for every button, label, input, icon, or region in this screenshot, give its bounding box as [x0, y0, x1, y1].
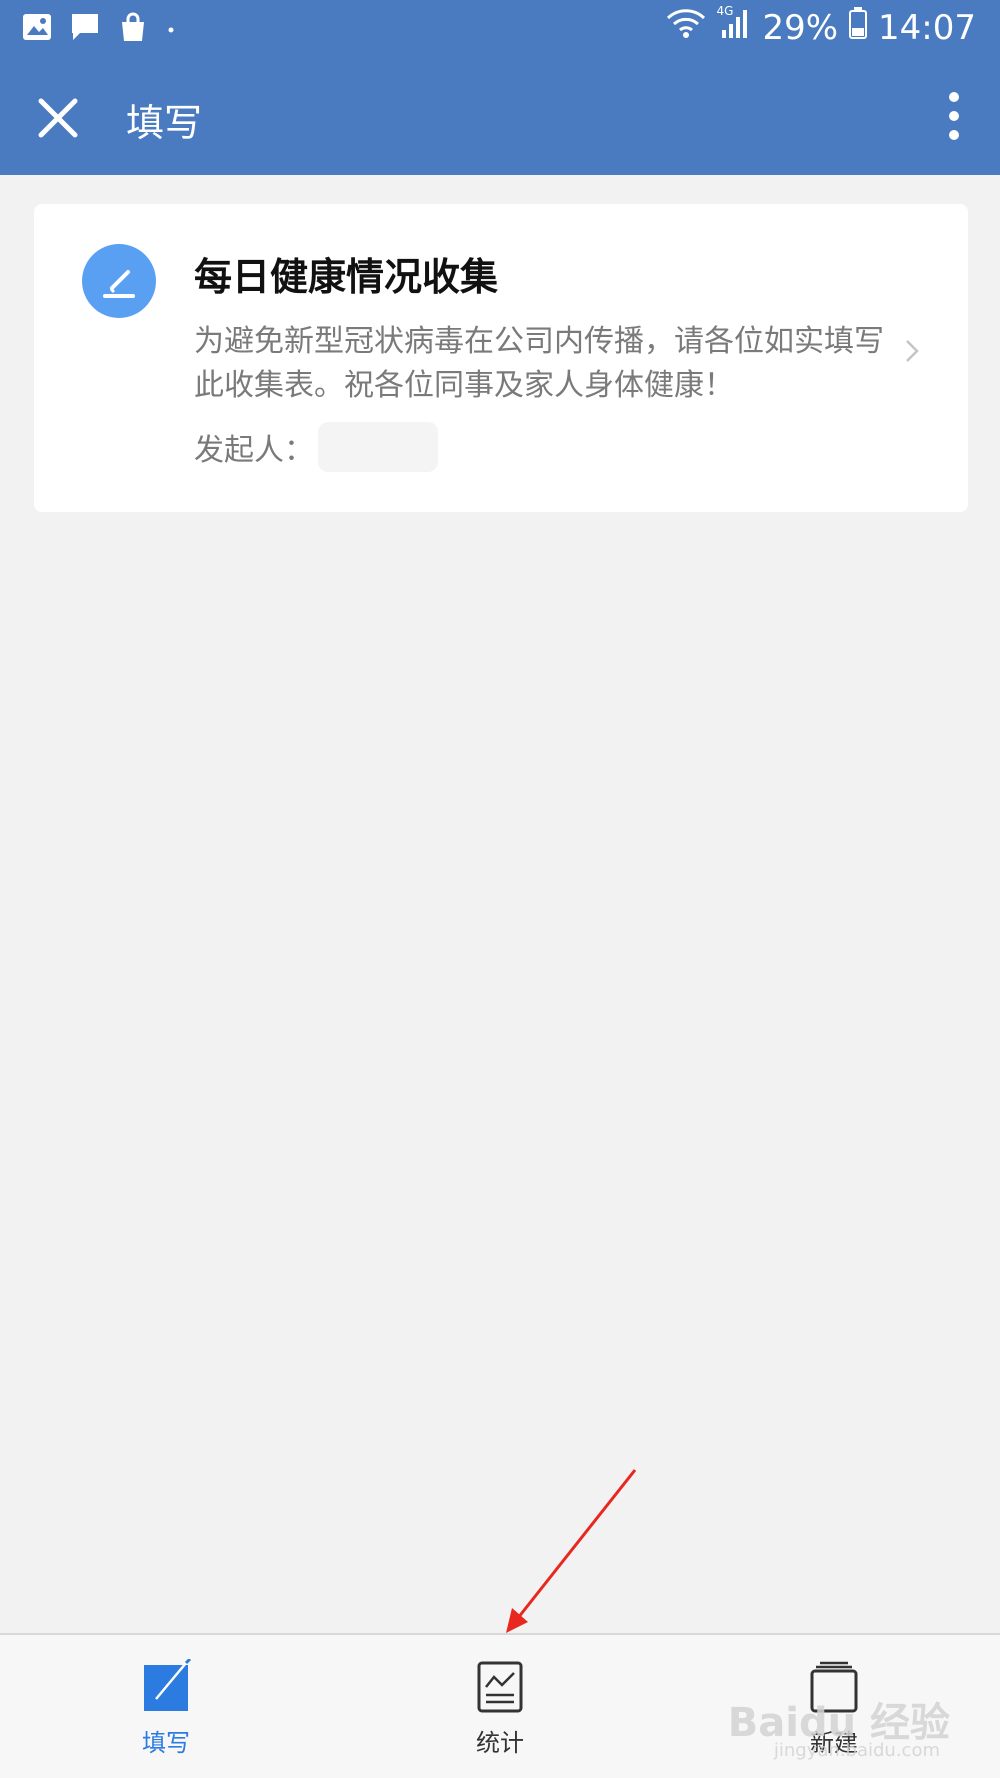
- tab-fill[interactable]: 填写: [86, 1657, 246, 1769]
- close-icon: [38, 98, 78, 138]
- close-button[interactable]: [28, 88, 88, 148]
- signal-icon: 4G: [716, 4, 752, 49]
- initiator-row: 发起人：: [194, 422, 438, 472]
- status-right-icons: 4G 29% 14:07: [666, 4, 976, 49]
- dot-icon: [166, 20, 176, 39]
- app-bar: 填写: [0, 58, 1000, 175]
- status-left-icons: [22, 12, 176, 46]
- tab-stats[interactable]: 统计: [420, 1659, 580, 1769]
- battery-percent: 29%: [762, 7, 839, 48]
- page-title: 填写: [126, 101, 203, 145]
- annotation-arrow: [506, 1469, 637, 1633]
- form-description: 为避免新型冠状病毒在公司内传播，请各位如实填写此收集表。祝各位同事及家人身体健康…: [194, 324, 884, 403]
- image-icon: [22, 13, 52, 45]
- more-vertical-icon: [949, 92, 959, 140]
- stats-document-icon: [472, 1659, 528, 1715]
- initiator-label: 发起人：: [194, 433, 314, 468]
- network-type: 4G: [716, 4, 734, 18]
- status-time: 14:07: [878, 7, 976, 48]
- shopping-bag-icon: [118, 12, 148, 46]
- more-menu-button[interactable]: [934, 86, 974, 146]
- baidu-watermark-url: jingyan.baidu.com: [773, 1740, 940, 1761]
- status-bar: 4G 29% 14:07: [0, 0, 1000, 58]
- wifi-icon: [666, 6, 706, 49]
- chevron-right-icon: [902, 336, 922, 366]
- tab-stats-label: 统计: [476, 1729, 524, 1757]
- initiator-name-redacted: [318, 422, 438, 472]
- message-icon: [70, 12, 100, 46]
- tab-fill-label: 填写: [142, 1729, 190, 1757]
- edit-square-icon: [138, 1657, 194, 1715]
- form-title: 每日健康情况收集: [194, 255, 499, 299]
- form-card[interactable]: 每日健康情况收集 为避免新型冠状病毒在公司内传播，请各位如实填写此收集表。祝各位…: [34, 204, 968, 512]
- battery-icon: [848, 6, 868, 49]
- edit-icon: [82, 244, 156, 318]
